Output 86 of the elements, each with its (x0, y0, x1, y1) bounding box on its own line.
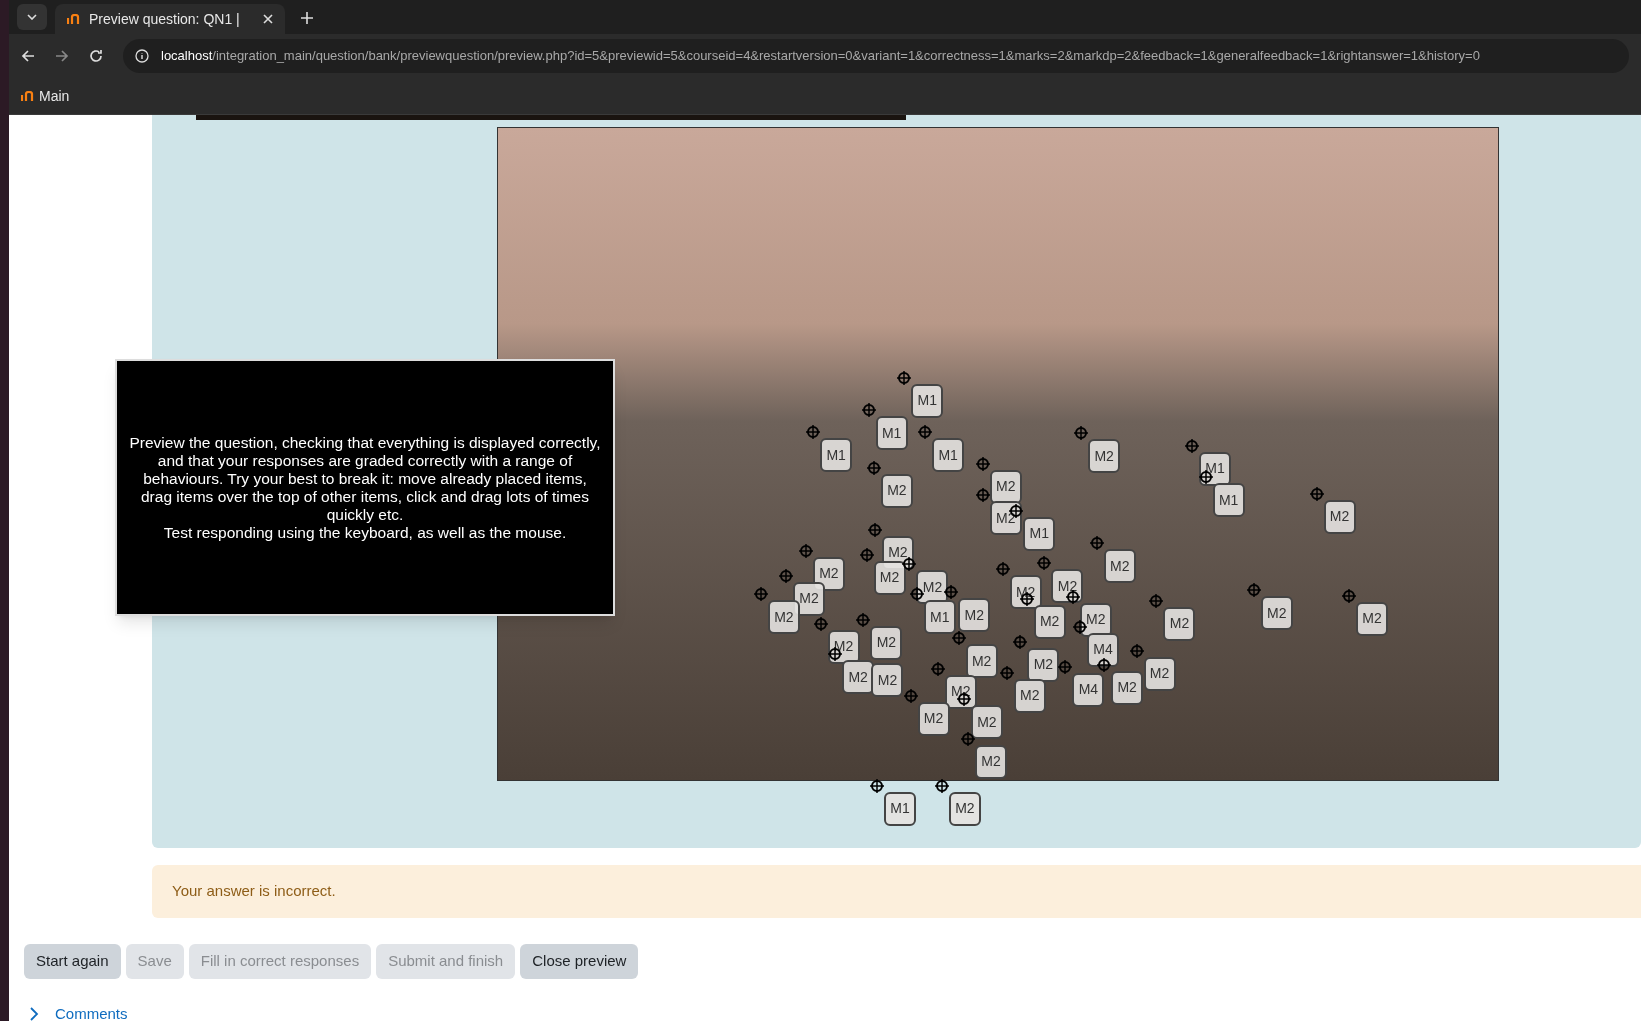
drag-item[interactable]: M2 (1088, 439, 1121, 474)
crosshair-icon (934, 779, 949, 793)
browser-tab[interactable]: Preview question: QN1 | (55, 4, 285, 34)
reload-icon[interactable] (89, 49, 103, 63)
crosshair-icon (1089, 536, 1104, 551)
crosshair-icon (975, 456, 990, 471)
crosshair-icon (897, 370, 912, 385)
drag-item[interactable]: M2 (975, 744, 1008, 779)
drag-item[interactable]: M4 (1072, 672, 1105, 707)
drag-item[interactable]: M2 (1103, 549, 1136, 584)
tooltip-text: Preview the question, checking that everything is displayed correctly, and that your responses are graded correctly with a range of behaviours. Try your best to break it: move already placed items, drag items over the top of other items, click and drag lots of times quickly etc. (129, 433, 601, 524)
drag-item[interactable]: M1 (923, 600, 956, 635)
drag-item[interactable]: M2 (1163, 606, 1196, 641)
drag-item[interactable]: M2 (965, 644, 998, 679)
crosshair-icon (859, 547, 874, 562)
crosshair-icon (918, 425, 933, 440)
crosshair-icon (866, 460, 881, 475)
comments-link[interactable]: Comments (55, 1003, 128, 1021)
tab-title: Preview question: QN1 | (89, 9, 241, 29)
drag-item[interactable]: M1 (911, 383, 944, 418)
crosshair-icon (1058, 659, 1073, 674)
crosshair-icon (779, 568, 793, 583)
new-tab-icon[interactable] (301, 12, 313, 24)
url-text: localhost/integration_main/question/bank/previewquestion/preview.php?id=5&previewid=5&courseid=4&restartversion=0&variant=1&correctness=1&marks=2&markdp=2&feedback=1&generalfeedback=1&rightanswer=1&history=0 (161, 47, 1480, 66)
close-icon[interactable] (263, 14, 273, 24)
drag-item[interactable]: M2 (1260, 596, 1293, 631)
drag-item[interactable]: M2 (842, 660, 875, 695)
drag-item[interactable]: M2 (767, 600, 800, 635)
crosshair-icon (1097, 657, 1112, 672)
feedback-text: Your answer is incorrect. (172, 881, 336, 902)
tooltip-text: Test responding using the keyboard, as well as the mouse. (163, 523, 567, 542)
crosshair-icon (1149, 593, 1164, 608)
crosshair-icon (1246, 583, 1261, 598)
crosshair-icon (951, 631, 966, 646)
crosshair-icon (975, 488, 990, 503)
chevron-down-icon (27, 14, 37, 20)
crosshair-icon (1037, 556, 1052, 571)
crosshair-icon (1309, 487, 1324, 501)
action-button[interactable]: Start again (24, 944, 121, 979)
crosshair-icon (1073, 619, 1088, 634)
forward-icon[interactable] (55, 49, 69, 63)
crosshair-icon (1342, 588, 1357, 603)
crosshair-icon (944, 585, 959, 600)
crosshair-icon (995, 562, 1010, 577)
crosshair-icon (813, 616, 828, 631)
crosshair-icon (930, 661, 945, 676)
drag-item[interactable]: M2 (970, 705, 1003, 740)
drag-item[interactable]: M1 (1023, 516, 1056, 551)
crosshair-icon (798, 543, 813, 558)
tab-list-button[interactable] (17, 4, 47, 30)
drag-item[interactable]: M2 (871, 663, 904, 698)
crosshair-icon (806, 425, 821, 440)
drag-item[interactable]: M1 (820, 438, 853, 473)
action-button[interactable]: Close preview (520, 944, 639, 979)
crosshair-icon (870, 779, 885, 793)
logo-icon (21, 91, 35, 101)
drag-item[interactable]: M1 (932, 438, 965, 473)
drag-item[interactable]: M2 (1356, 601, 1389, 636)
chevron-icon[interactable] (29, 1007, 39, 1021)
drag-item[interactable]: M1 (875, 416, 908, 451)
drag-item[interactable]: M1 (884, 792, 917, 826)
crosshair-icon (903, 688, 918, 703)
crosshair-icon (1129, 643, 1144, 658)
crosshair-icon (902, 557, 917, 572)
drag-item[interactable]: M2 (958, 598, 991, 633)
crosshair-icon (1185, 438, 1200, 453)
address-bar[interactable] (123, 39, 1629, 73)
crosshair-icon (961, 731, 976, 746)
logo-icon (67, 14, 81, 24)
drag-item[interactable]: M2 (870, 625, 903, 660)
drag-item[interactable]: M2 (1111, 670, 1144, 705)
info-icon[interactable] (135, 49, 149, 63)
drag-item[interactable]: M2 (1051, 569, 1084, 604)
crosshair-icon (867, 522, 882, 537)
crosshair-icon (909, 587, 924, 602)
crosshair-icon (1065, 589, 1080, 604)
crosshair-icon (1013, 634, 1028, 649)
crosshair-icon (999, 665, 1014, 680)
drag-item[interactable]: M1 (1212, 483, 1245, 518)
drag-item[interactable]: M2 (1027, 647, 1060, 682)
crosshair-icon (856, 612, 871, 627)
crosshair-icon (1074, 426, 1089, 441)
crosshair-icon (861, 403, 876, 418)
bookmark-item[interactable]: Main (21, 85, 70, 107)
crosshair-icon (753, 587, 768, 602)
back-icon[interactable] (21, 49, 35, 63)
